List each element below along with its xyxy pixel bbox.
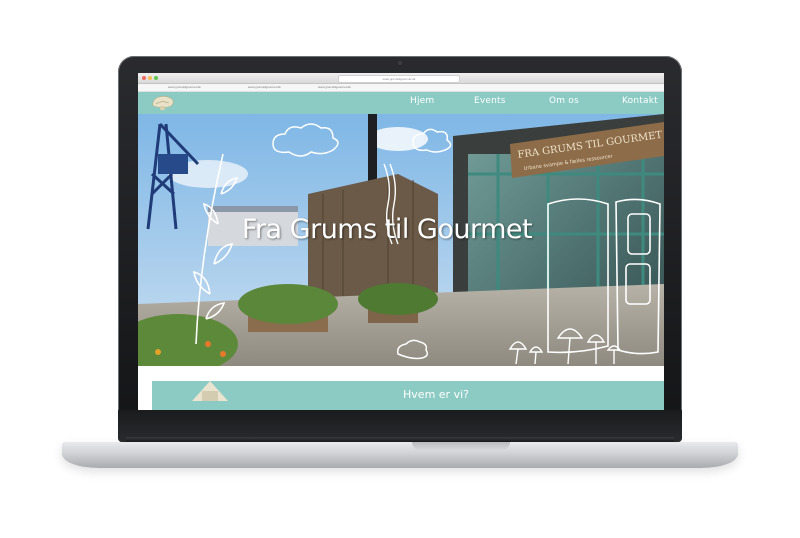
hero-banner: FRA GRUMS TIL GOURMET Urbane svampe & fæ… xyxy=(138,114,664,366)
browser-tab[interactable]: www.grumstilgourmet.dk xyxy=(318,85,351,89)
nav-item-kontakt[interactable]: Kontakt xyxy=(622,96,658,106)
close-dot-icon[interactable] xyxy=(142,76,146,80)
nav-item-om-os[interactable]: Om os xyxy=(549,96,579,106)
browser-titlebar: www.grumstilgourmet.dk xyxy=(138,73,664,84)
url-bar[interactable]: www.grumstilgourmet.dk xyxy=(338,75,460,83)
nav-item-hjem[interactable]: Hjem xyxy=(410,96,434,106)
laptop-base xyxy=(62,442,738,468)
about-section-header: Hvem er vi? xyxy=(152,381,664,410)
nav-item-events[interactable]: Events xyxy=(474,96,506,106)
browser-tabbar: www.grumstilgourmet.dk www.grumstilgourm… xyxy=(138,84,664,92)
browser-tab[interactable]: www.grumstilgourmet.dk xyxy=(168,85,201,89)
website: Hjem Events Om os Kontakt FRA GRUMS TIL … xyxy=(138,92,664,410)
logo-icon[interactable] xyxy=(150,94,176,112)
site-nav: Hjem Events Om os Kontakt xyxy=(138,92,664,114)
about-title: Hvem er vi? xyxy=(403,388,469,401)
laptop-screen: www.grumstilgourmet.dk www.grumstilgourm… xyxy=(138,73,664,410)
browser-tab[interactable]: www.grumstilgourmet.dk xyxy=(248,85,281,89)
minimize-dot-icon[interactable] xyxy=(148,76,152,80)
laptop-notch xyxy=(412,442,510,450)
hero-title: Fra Grums til Gourmet xyxy=(241,214,533,245)
camera-icon xyxy=(398,61,402,65)
maximize-dot-icon[interactable] xyxy=(154,76,158,80)
